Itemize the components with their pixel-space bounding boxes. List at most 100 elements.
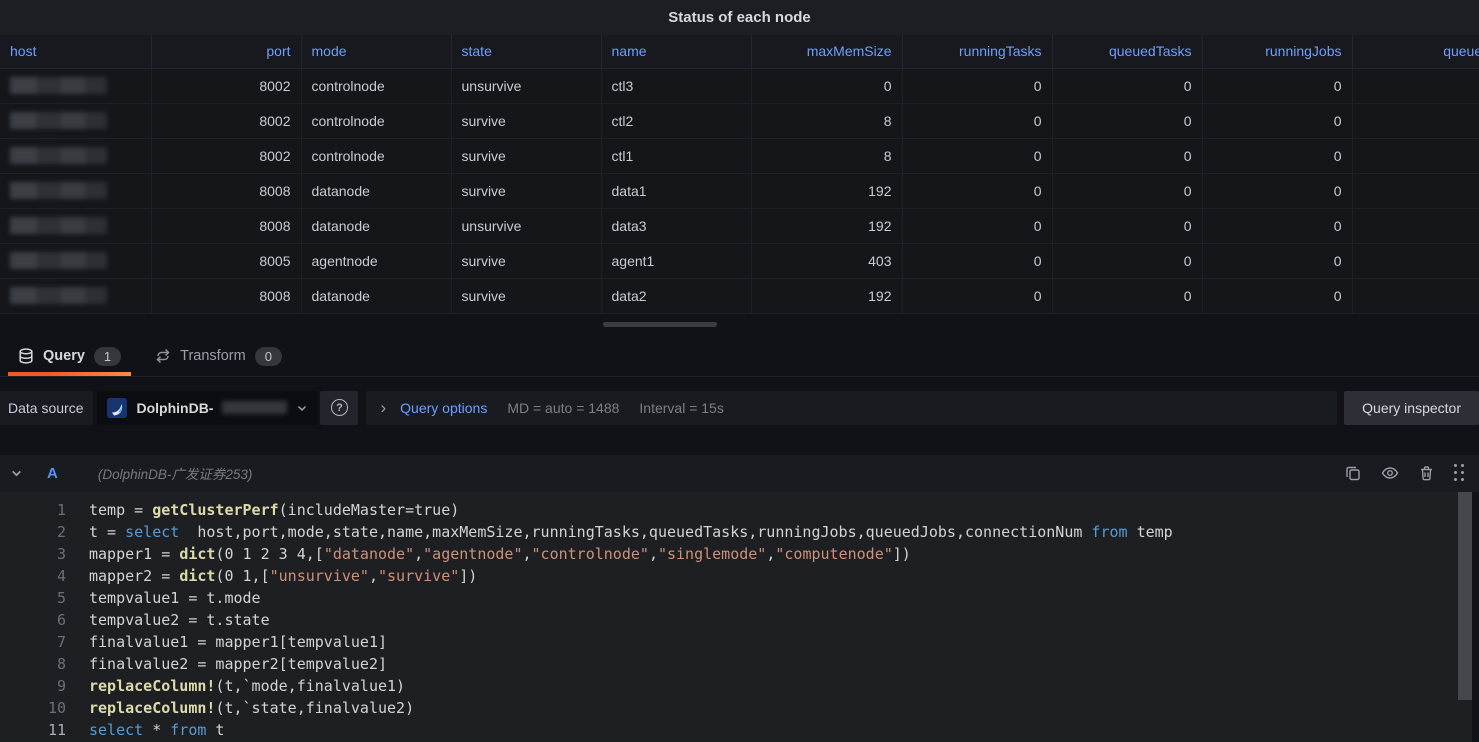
query-row-header: A (DolphinDB-广发证券253) [0,455,1479,492]
query-inspector-button[interactable]: Query inspector [1344,391,1479,425]
query-code-editor[interactable]: 1234567891011 temp = getClusterPerf(incl… [0,492,1472,742]
code-line: t = select host,port,mode,state,name,max… [89,521,1173,543]
line-number: 6 [0,609,66,631]
tab-transform[interactable]: Transform 0 [145,337,292,376]
cell-runningTasks: 0 [902,68,1052,103]
duplicate-query-icon[interactable] [1345,465,1361,481]
table-row: 8005agentnodesurviveagent1403000 [0,243,1479,278]
datasource-help-button[interactable]: ? [320,391,358,425]
table-row: 8008datanodesurvivedata2192000 [0,278,1479,313]
cell-runningTasks: 0 [902,173,1052,208]
cell-maxMemSize: 192 [751,278,902,313]
code-line: replaceColumn!(t,`state,finalvalue2) [89,697,1173,719]
transform-icon [155,348,171,364]
column-header-runningTasks[interactable]: runningTasks [902,35,1052,68]
cell-state: survive [451,243,601,278]
cell-queuedTasks: 0 [1052,68,1202,103]
cell-name: data1 [601,173,751,208]
cell-name: ctl1 [601,138,751,173]
cell-name: agent1 [601,243,751,278]
cell-name: data3 [601,208,751,243]
database-icon [18,348,34,364]
column-header-queuedJobs[interactable]: queuedJobs [1352,35,1479,68]
cell-queuedJobs [1352,173,1479,208]
cell-runningTasks: 0 [902,278,1052,313]
cell-port: 8008 [151,208,301,243]
hide-query-eye-icon[interactable] [1381,465,1399,481]
tab-query-count-badge: 1 [94,347,121,366]
cell-name: ctl3 [601,68,751,103]
cell-queuedTasks: 0 [1052,103,1202,138]
code-line: tempvalue2 = t.state [89,609,1173,631]
cell-maxMemSize: 8 [751,138,902,173]
host-redacted-value [10,147,107,164]
cell-host [0,103,151,138]
code-line: temp = getClusterPerf(includeMaster=true… [89,499,1173,521]
column-header-queuedTasks[interactable]: queuedTasks [1052,35,1202,68]
cell-host [0,243,151,278]
column-header-name[interactable]: name [601,35,751,68]
column-header-maxMemSize[interactable]: maxMemSize [751,35,902,68]
table-horizontal-scrollbar[interactable] [603,322,717,327]
column-header-runningJobs[interactable]: runningJobs [1202,35,1352,68]
table-header-row: hostportmodestatenamemaxMemSizerunningTa… [0,35,1479,68]
delete-query-trash-icon[interactable] [1419,465,1434,481]
cell-port: 8008 [151,278,301,313]
cell-port: 8005 [151,243,301,278]
line-number: 4 [0,565,66,587]
query-toolbar: Data source DolphinDB- ? › Query options… [0,391,1479,425]
cell-state: survive [451,103,601,138]
code-line: mapper1 = dict(0 1 2 3 4,["datanode","ag… [89,543,1173,565]
tab-transform-count-badge: 0 [255,347,282,366]
code-line: select * from t [89,719,1173,741]
column-header-port[interactable]: port [151,35,301,68]
cell-port: 8008 [151,173,301,208]
cell-host [0,68,151,103]
chevron-right-icon[interactable]: › [380,399,386,416]
panel-title[interactable]: Status of each node [0,0,1479,35]
column-header-host[interactable]: host [0,35,151,68]
query-options-strip: › Query options MD = auto = 1488 Interva… [366,391,1337,425]
interval-text: Interval = 15s [639,400,723,416]
cell-maxMemSize: 403 [751,243,902,278]
host-redacted-value [10,217,107,234]
cell-queuedTasks: 0 [1052,138,1202,173]
cell-name: ctl2 [601,103,751,138]
cell-runningTasks: 0 [902,243,1052,278]
cell-runningJobs: 0 [1202,138,1352,173]
line-number-gutter: 1234567891011 [0,499,66,742]
line-number: 7 [0,631,66,653]
max-data-points-text: MD = auto = 1488 [507,400,619,416]
line-number: 11 [0,719,66,741]
cell-state: survive [451,138,601,173]
cell-mode: controlnode [301,138,451,173]
datasource-redacted-value [222,401,287,414]
column-header-mode[interactable]: mode [301,35,451,68]
tab-query[interactable]: Query 1 [8,337,131,376]
drag-handle-icon[interactable] [1454,464,1465,482]
cell-runningJobs: 0 [1202,103,1352,138]
cell-host [0,173,151,208]
cell-queuedJobs [1352,208,1479,243]
line-number: 9 [0,675,66,697]
cell-name: data2 [601,278,751,313]
datasource-picker[interactable]: DolphinDB- [97,391,318,425]
tab-transform-label: Transform [180,348,246,364]
dolphindb-logo-icon [107,398,127,418]
query-options-toggle[interactable]: Query options [400,400,487,416]
editor-vertical-scrollbar[interactable] [1458,492,1472,700]
table-row: 8002controlnodesurvivectl28000 [0,103,1479,138]
code-line: tempvalue1 = t.mode [89,587,1173,609]
table-body: 8002controlnodeunsurvivectl300008002cont… [0,68,1479,313]
table-panel: Status of each node hostportmodestatenam… [0,0,1479,314]
cell-state: survive [451,278,601,313]
cell-port: 8002 [151,103,301,138]
column-header-state[interactable]: state [451,35,601,68]
tab-query-label: Query [43,348,85,364]
collapse-chevron-icon[interactable] [10,467,23,480]
cell-mode: controlnode [301,103,451,138]
line-number: 1 [0,499,66,521]
datasource-value: DolphinDB- [136,400,213,416]
cell-runningJobs: 0 [1202,278,1352,313]
code-line: replaceColumn!(t,`mode,finalvalue1) [89,675,1173,697]
